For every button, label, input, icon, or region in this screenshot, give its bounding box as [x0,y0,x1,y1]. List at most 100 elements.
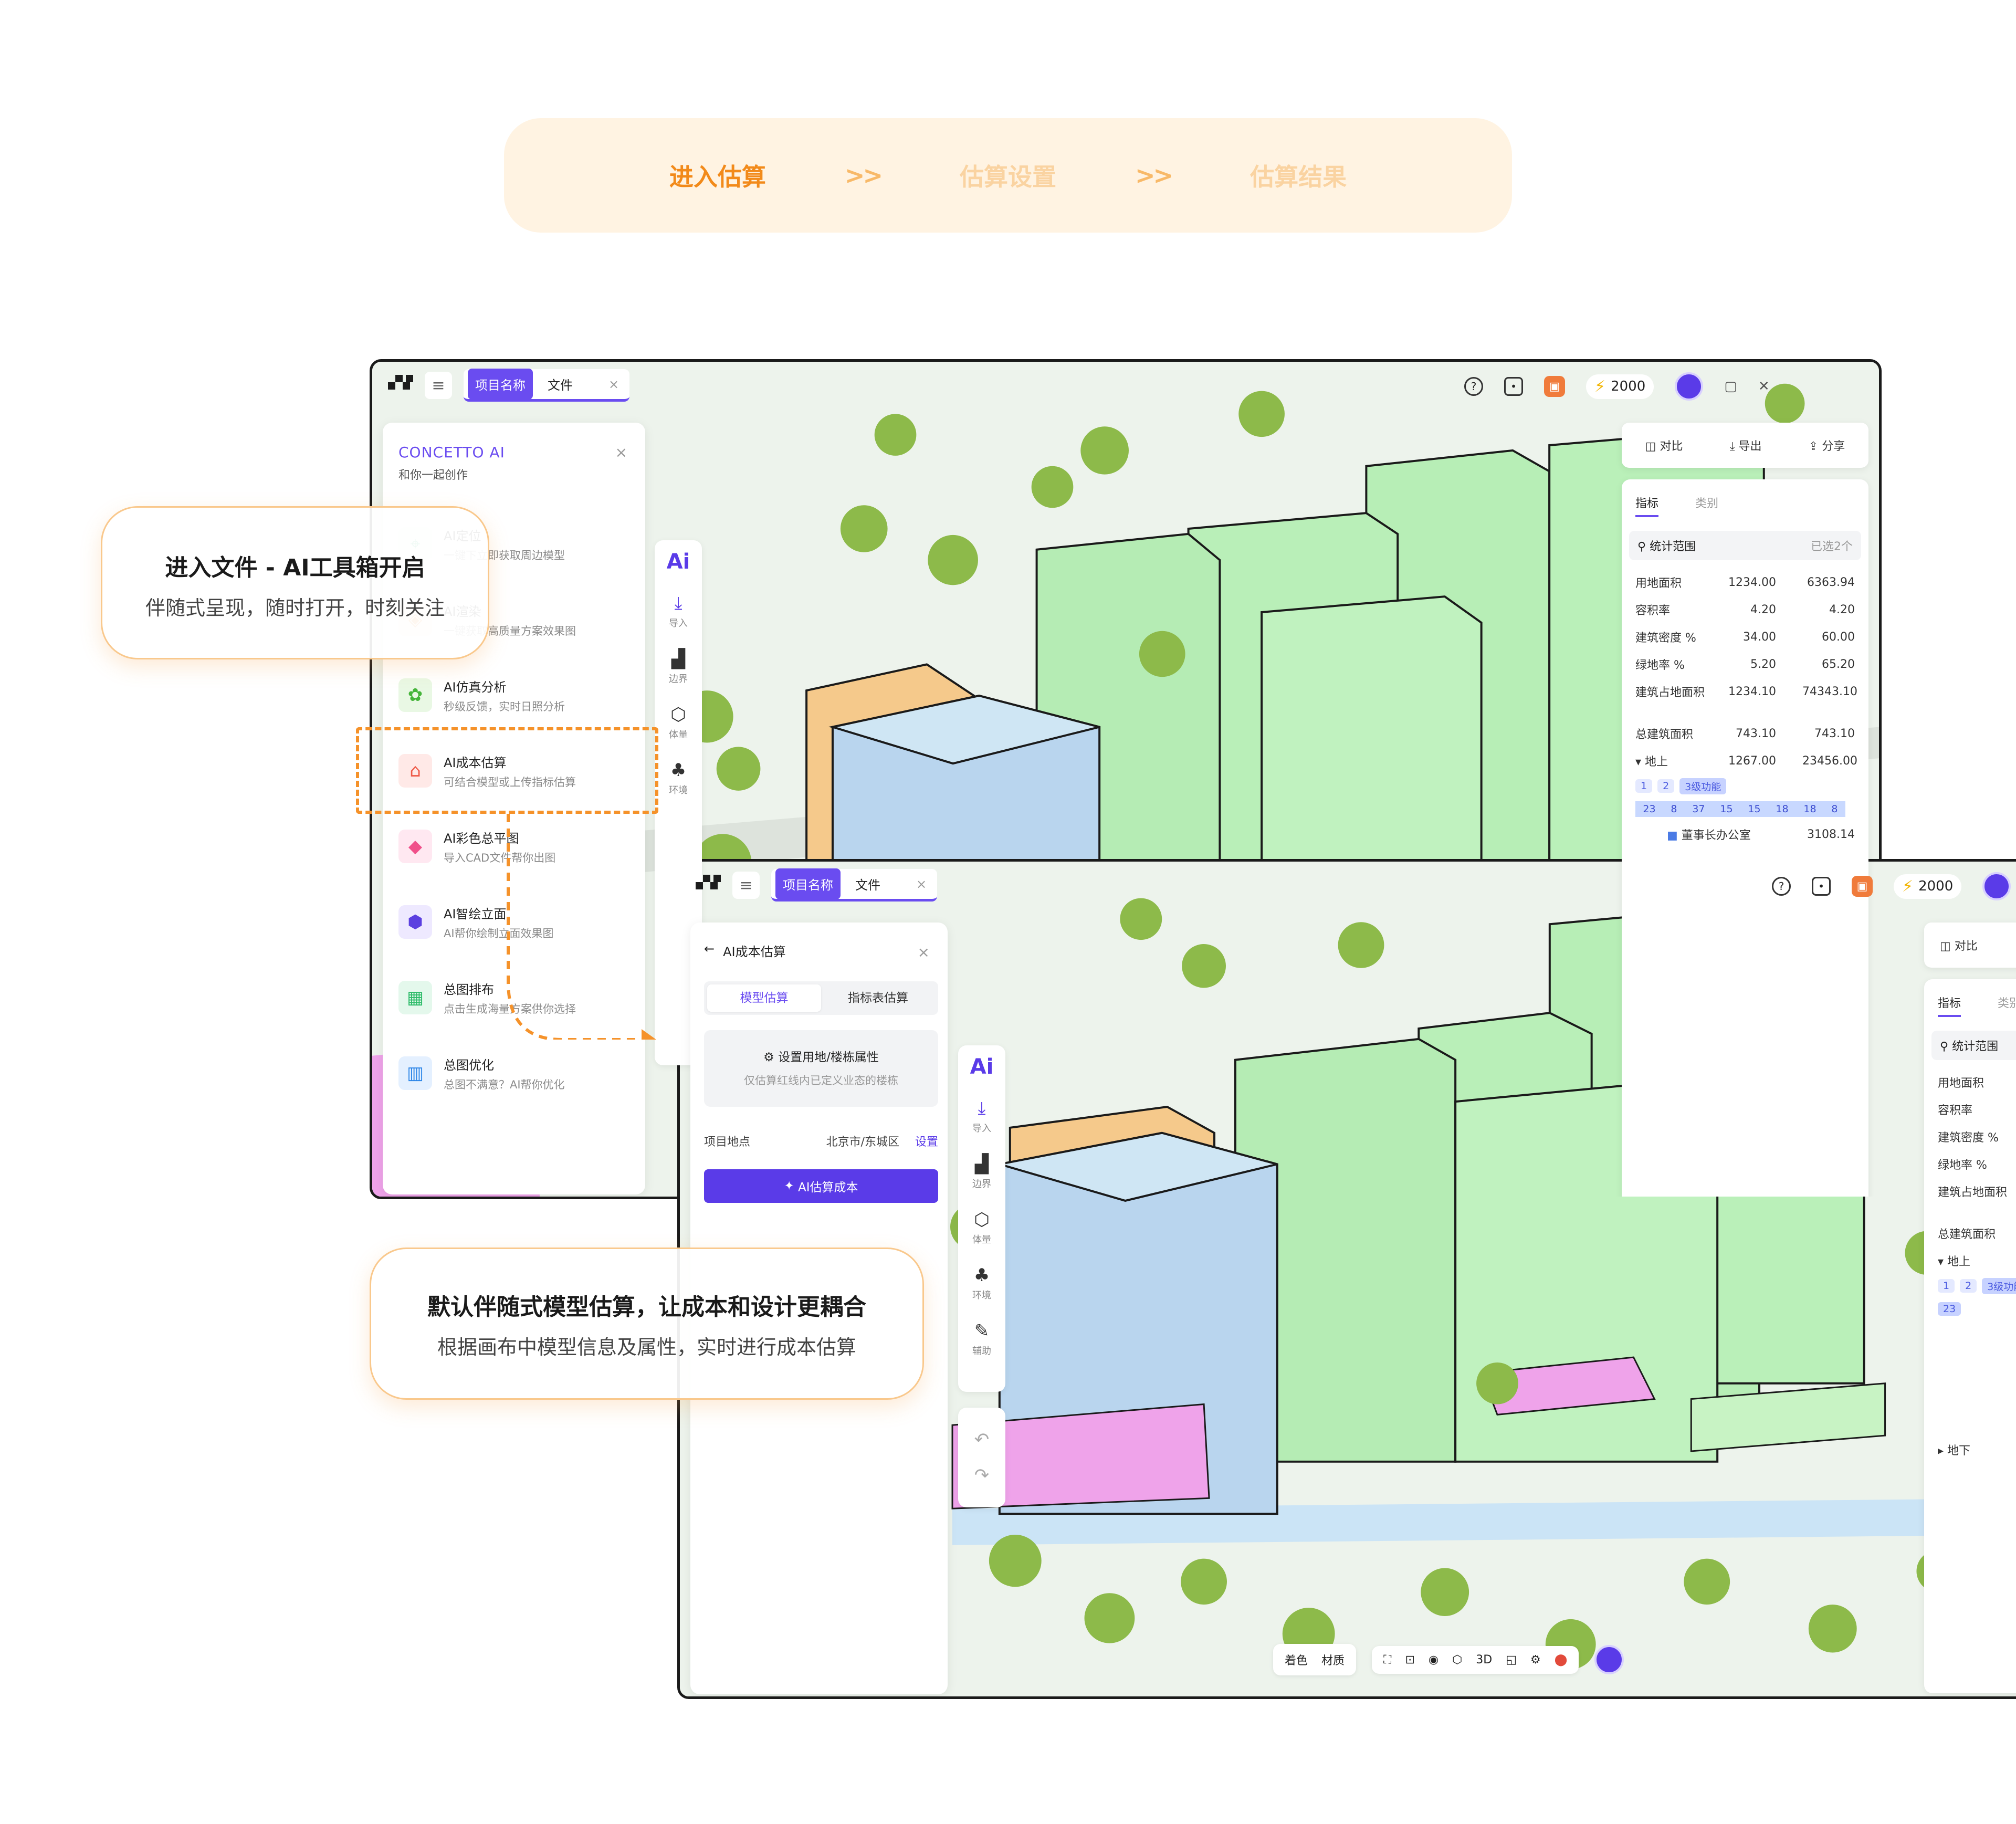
bell-icon[interactable]: • [1504,377,1523,396]
tab-model-estimate[interactable]: 模型估算 [707,984,821,1012]
compare-button[interactable]: ◫ 对比 [1645,437,1683,454]
window-maximize-icon[interactable]: ▢ [1724,379,1737,394]
rail-environment[interactable]: ♣ 环境 [972,1265,991,1302]
tab-metrics[interactable]: 指标 [1938,994,1961,1017]
rail-label: 辅助 [972,1346,991,1357]
undo-icon[interactable]: ↶ [974,1429,990,1450]
help-icon[interactable]: ? [1772,877,1791,896]
rail-environment[interactable]: ♣ 环境 [669,760,688,796]
layer-icon[interactable]: ◱ [1506,1653,1517,1666]
location-value: 北京市/东城区 [826,1136,899,1149]
tab-file[interactable]: 文件 [848,868,888,899]
close-tab-icon[interactable]: × [916,877,933,892]
scope-selector[interactable]: ⚲ 统计范围 已选2个 [1629,531,1861,560]
color-mode-button[interactable]: 着色 [1285,1651,1308,1668]
project-location-row: 项目地点 北京市/东城区 设置 [704,1133,938,1149]
callout-subtitle: 根据画布中模型信息及属性，实时进行成本估算 [437,1336,856,1359]
back-arrow-icon[interactable]: ← [704,941,715,960]
gift-icon[interactable]: ▣ [1544,376,1565,397]
screenshot-icon[interactable]: ⊡ [1405,1653,1414,1666]
caret-down-icon: ▾ [1635,756,1645,769]
metric-row: 建筑密度 % [1924,1123,2016,1150]
bell-icon[interactable]: • [1812,877,1831,896]
scope-selector[interactable]: ⚲ 统计范围 [1931,1031,2016,1060]
room-row[interactable]: ■ 董事长办公室 3108.14 [1622,821,1868,848]
rail-volume[interactable]: ⬡ 体量 [669,704,688,741]
focus-icon[interactable]: ⛶ [1383,1653,1391,1666]
tab-category[interactable]: 类别 [1695,494,1718,517]
export-button[interactable]: ⤓ 导出 [1730,437,1762,454]
material-mode-button[interactable]: 材质 [1321,1651,1345,1668]
avatar[interactable] [1982,872,2011,900]
assistant-avatar[interactable] [1594,1645,1624,1674]
compare-button[interactable]: ◫ 对比 [1940,937,1978,953]
panel-title: CONCETTO AI [398,444,505,461]
app-logo[interactable] [388,375,413,396]
set-attributes-card[interactable]: ⚙ 设置用地/楼栋属性 仅估算红线内已定义业态的楼栋 [704,1030,938,1107]
level-chip[interactable]: 1 [1938,1279,1955,1293]
app-logo[interactable] [696,875,721,896]
close-icon[interactable]: × [918,944,930,961]
tab-category[interactable]: 类别 [1998,994,2016,1017]
bullet-icon: ■ [1667,829,1682,842]
level-chip[interactable]: 2 [1960,1279,1977,1293]
close-tab-icon[interactable]: × [608,377,625,392]
menu-icon[interactable]: ≡ [425,372,452,399]
close-icon[interactable]: × [615,444,627,461]
menu-icon[interactable]: ≡ [732,872,760,899]
rail-label: 导入 [972,1123,991,1134]
help-icon[interactable]: ? [1464,377,1483,396]
tab-project-name[interactable]: 项目名称 [468,369,533,400]
credits-value: 2000 [1918,878,1954,894]
tab-metrics[interactable]: 指标 [1635,494,1659,517]
render-mode-switch: 着色 材质 [1273,1644,1357,1675]
ai-estimate-cost-button[interactable]: ✦ AI估算成本 [704,1169,938,1203]
ai-toggle[interactable]: Ai [970,1055,994,1079]
rail-volume[interactable]: ⬡ 体量 [972,1209,991,1246]
location-set-link[interactable]: 设置 [915,1133,938,1149]
tab-file[interactable]: 文件 [540,369,580,400]
avatar[interactable] [1675,372,1704,401]
metric-row: 用地面积 1234.00 6363.94 [1622,569,1868,596]
redo-icon[interactable]: ↷ [974,1465,990,1486]
rail-boundary[interactable]: ▟ 边界 [972,1154,991,1190]
estimate-mode-switch: 模型估算 指标表估算 [704,981,938,1015]
tab-sheet-estimate[interactable]: 指标表估算 [821,984,935,1012]
metric-label: 用地面积 [1938,1077,1984,1090]
below-ground-row[interactable]: ▸ 地下 [1924,1436,2016,1463]
settings-icon[interactable]: ⚙ [1530,1653,1541,1666]
compass-icon[interactable]: ⬤ [1555,1653,1568,1666]
metric-value: 34.00 [1743,630,1776,644]
rail-boundary[interactable]: ▟ 边界 [669,648,688,685]
credits-badge[interactable]: ⚡ 2000 [1894,874,1962,899]
level-chip[interactable]: 2 [1657,779,1675,793]
level-chip[interactable]: 1 [1635,779,1653,793]
metric-label: 绿地率 % [1938,1159,1987,1172]
metric-row: 容积率 4.20 4.20 [1622,596,1868,623]
metric-value: 743.10 [1814,727,1855,740]
mode-3d-button[interactable]: 3D [1476,1653,1492,1666]
metric-row: 绿地率 % 5.20 65.20 [1622,651,1868,678]
rail-import[interactable]: ⤓ 导入 [669,593,688,630]
tab-project-name[interactable]: 项目名称 [775,868,841,899]
above-ground-row[interactable]: ▾ 地上 [1924,1247,2016,1274]
metric-value: 1267.00 [1728,754,1776,768]
level-chip[interactable]: 3级功能 [1982,1277,2016,1294]
gift-icon[interactable]: ▣ [1852,876,1873,897]
ai-toggle[interactable]: Ai [667,550,690,574]
above-ground-row[interactable]: ▾ 地上 1267.00 23456.00 [1622,747,1868,774]
window-close-icon[interactable]: ✕ [1758,379,1770,394]
metric-value: 74343.10 [1802,685,1857,698]
rail-label: 导入 [669,618,688,629]
camera-icon[interactable]: ◉ [1429,1653,1438,1666]
tool-site-optimize[interactable]: ▥ 总图优化 总图不满意？AI帮你优化 [398,1044,629,1102]
share-button[interactable]: ⇪ 分享 [1809,437,1845,454]
level-chip[interactable]: 3级功能 [1679,778,1727,794]
cube-view-icon[interactable]: ⬡ [1452,1653,1462,1666]
layout-grid-icon: ▦ [398,981,432,1014]
tool-ai-simulation[interactable]: ✿ AI仿真分析 秒级反馈，实时日照分析 [398,666,629,724]
rail-assist[interactable]: ✎ 辅助 [972,1320,991,1357]
credits-badge[interactable]: ⚡ 2000 [1586,374,1654,399]
rail-import[interactable]: ⤓ 导入 [972,1098,991,1135]
pen-icon: ✎ [974,1320,990,1341]
